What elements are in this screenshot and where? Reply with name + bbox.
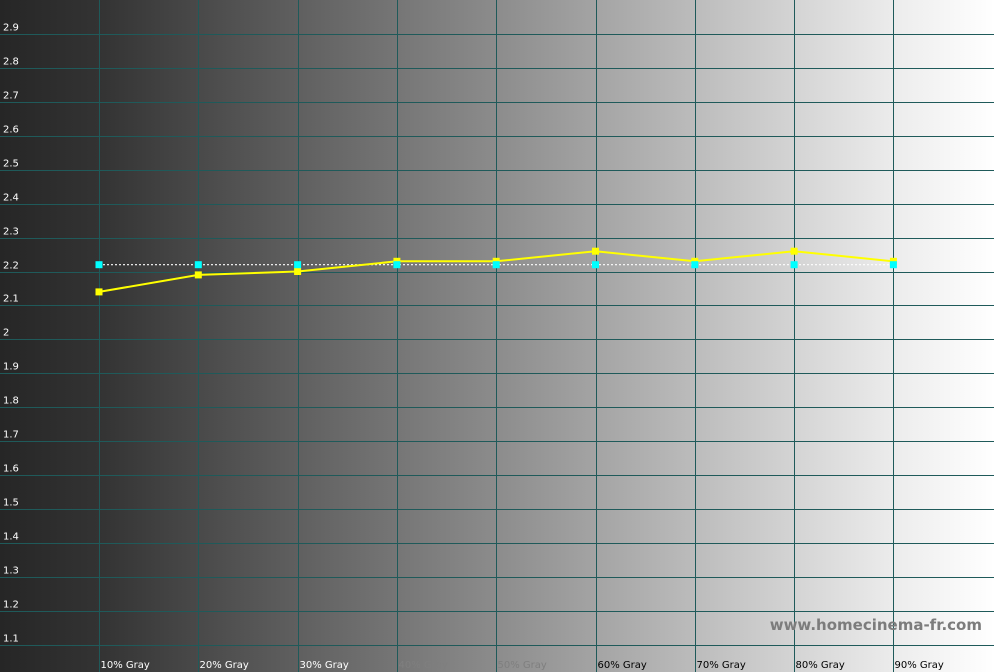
y-tick-label: 1.1	[3, 634, 19, 645]
x-tick-label: 40% Gray	[399, 660, 448, 671]
x-tick-label: 20% Gray	[200, 660, 249, 671]
point-marker-yellow	[294, 268, 302, 275]
point-marker-cyan	[691, 261, 699, 269]
point-marker-yellow	[194, 271, 202, 279]
point-marker-cyan	[393, 261, 401, 269]
point-marker-yellow	[592, 247, 599, 255]
x-tick-label: 60% Gray	[598, 660, 647, 671]
x-tick-label: 30% Gray	[300, 660, 349, 671]
y-tick-label: 2	[3, 328, 9, 339]
y-tick-label: 1.7	[3, 430, 19, 441]
y-tick-label: 1.9	[3, 362, 19, 373]
y-tick-label: 2.3	[3, 227, 19, 238]
watermark: www.homecinema-fr.com	[770, 616, 982, 634]
y-tick-label: 1.3	[3, 566, 19, 577]
y-tick-label: 1.4	[3, 532, 19, 543]
y-tick-label: 2.8	[3, 57, 19, 68]
x-tick-label: 80% Gray	[796, 660, 845, 671]
y-tick-label: 2.4	[3, 193, 19, 204]
y-tick-label: 1.8	[3, 396, 19, 407]
x-tick-label: 50% Gray	[498, 660, 547, 671]
y-tick-label: 1.5	[3, 498, 19, 509]
point-marker-cyan	[592, 261, 599, 269]
point-marker-yellow	[95, 288, 103, 296]
x-tick-label: 70% Gray	[697, 660, 746, 671]
y-tick-label: 2.9	[3, 23, 19, 34]
point-marker-cyan	[492, 261, 500, 269]
point-marker-yellow	[790, 247, 798, 255]
y-tick-label: 2.1	[3, 294, 19, 305]
x-tick-label: 10% Gray	[101, 660, 150, 671]
point-marker-cyan	[95, 261, 103, 269]
x-axis-ticks: 10% Gray 20% Gray 30% Gray 40% Gray 50% Gray…	[101, 660, 944, 671]
point-marker-cyan	[889, 261, 897, 269]
point-marker-cyan	[294, 261, 302, 269]
y-tick-label: 2.6	[3, 125, 19, 136]
point-marker-cyan	[790, 261, 798, 269]
point-marker-cyan	[194, 261, 202, 269]
y-tick-label: 1.6	[3, 464, 19, 475]
y-tick-label: 2.5	[3, 159, 19, 170]
gamma-chart: 1.1 1.2 1.3 1.4 1.5 1.6 1.7 1.8 1.9 2 2.1 2.2 2.3 2.4…	[0, 0, 994, 672]
y-tick-label: 1.2	[3, 600, 19, 611]
y-tick-label: 2.7	[3, 91, 19, 102]
x-tick-label: 90% Gray	[895, 660, 944, 671]
y-tick-label: 2.2	[3, 261, 19, 272]
